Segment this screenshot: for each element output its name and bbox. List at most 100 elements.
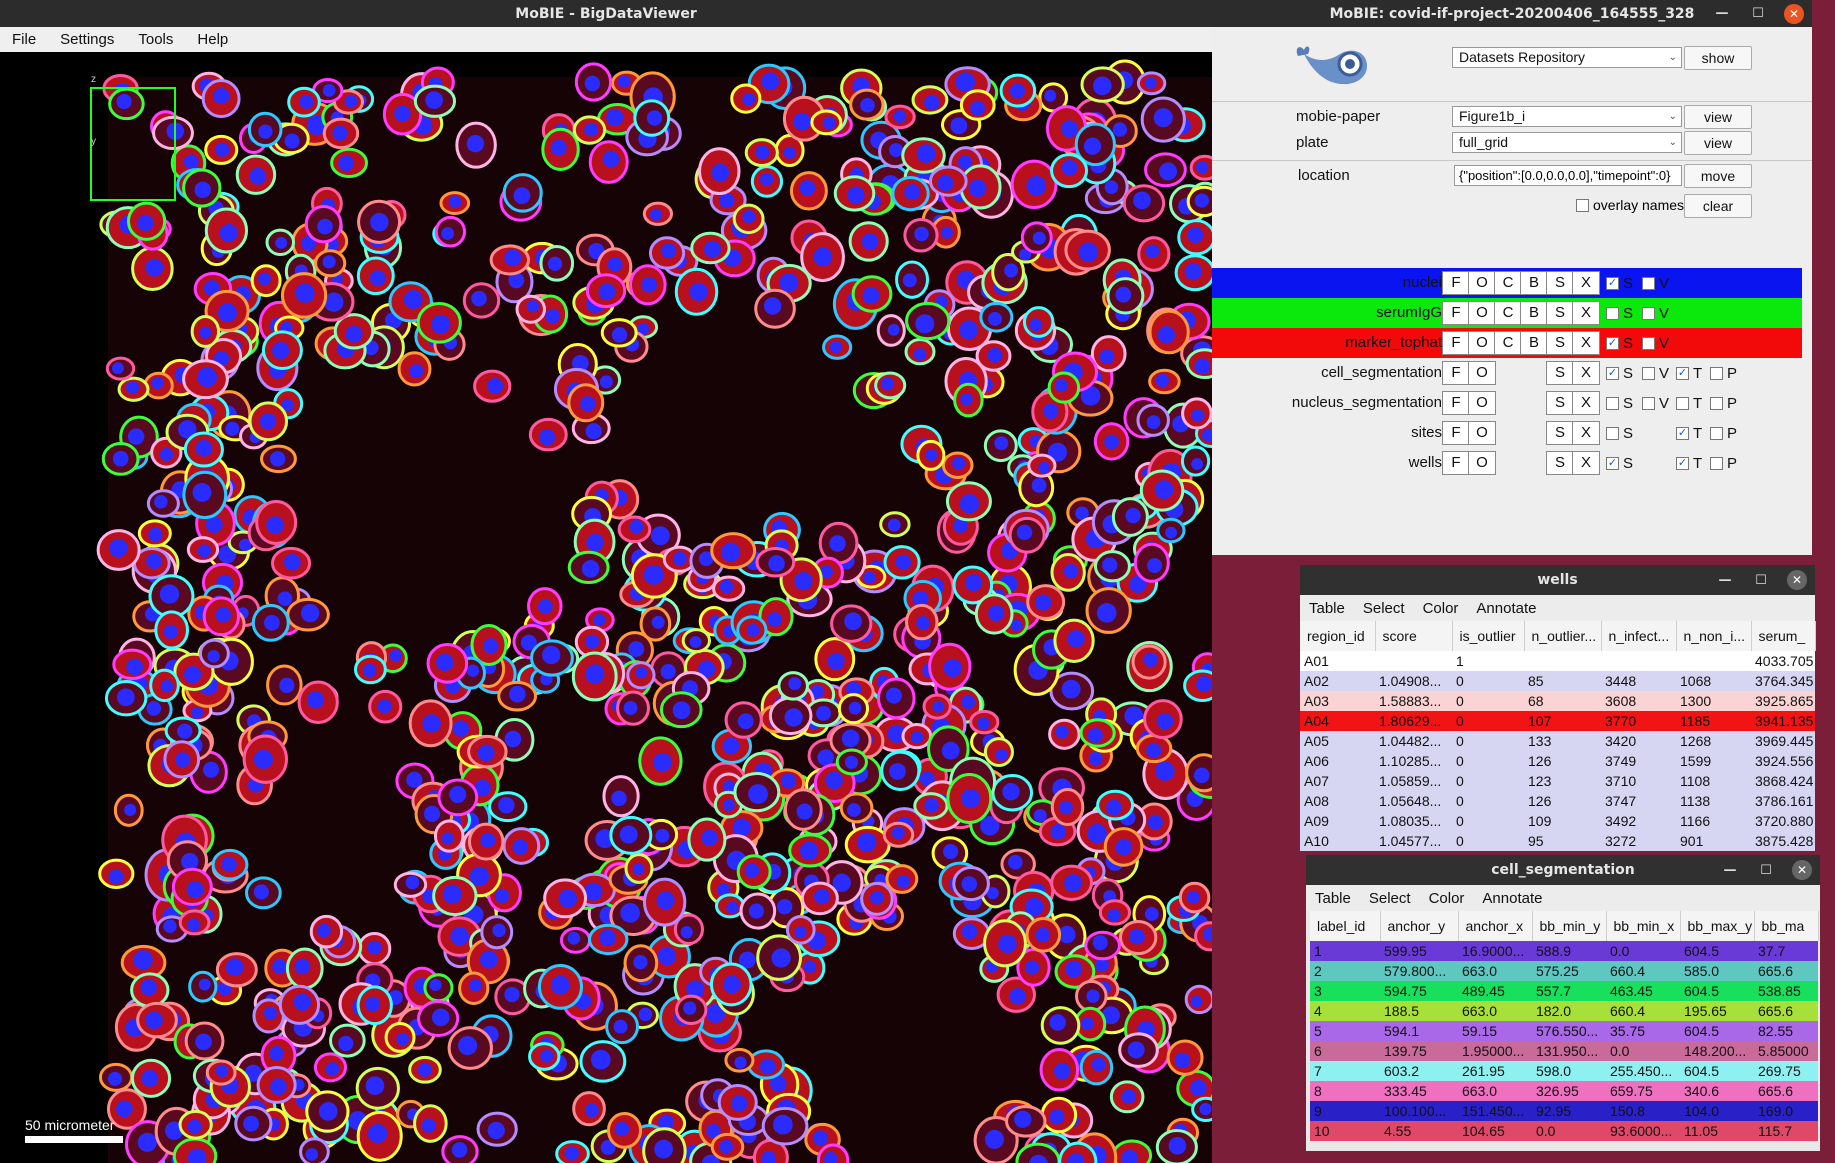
source-o-button[interactable]: O — [1468, 451, 1496, 475]
source-s-button[interactable]: S — [1546, 391, 1574, 415]
overlay-names-checkbox[interactable] — [1576, 198, 1589, 212]
minimize-icon[interactable]: — — [1715, 573, 1735, 588]
source-s-toggle[interactable]: S — [1606, 395, 1633, 412]
column-header[interactable]: is_outlier — [1452, 621, 1525, 651]
source-b-button[interactable]: B — [1520, 301, 1548, 325]
table-row[interactable]: A09 1.08035... 0 109 3492 1166 3720.880 — [1300, 811, 1815, 831]
column-header[interactable]: label_id — [1310, 911, 1381, 941]
table-row[interactable]: 1 599.95 16.9000... 588.9 0.0 604.5 37.7 — [1310, 941, 1818, 961]
source-o-button[interactable]: O — [1468, 391, 1496, 415]
source-f-button[interactable]: F — [1442, 301, 1470, 325]
column-header[interactable]: region_id — [1300, 621, 1376, 651]
menu-file[interactable]: File — [0, 31, 48, 48]
column-header[interactable]: anchor_x — [1458, 911, 1533, 941]
checked-checkbox-icon[interactable]: ✓ — [1606, 277, 1619, 290]
source-f-button[interactable]: F — [1442, 451, 1470, 475]
view-dataset-button[interactable]: view — [1684, 105, 1752, 129]
source-p-toggle[interactable]: P — [1710, 455, 1737, 472]
source-x-button[interactable]: X — [1572, 271, 1600, 295]
clear-button[interactable]: clear — [1684, 194, 1752, 218]
checkbox-icon[interactable] — [1642, 337, 1655, 350]
source-s-toggle[interactable]: S — [1606, 425, 1633, 442]
source-x-button[interactable]: X — [1572, 421, 1600, 445]
table-row[interactable]: 7 603.2 261.95 598.0 255.450... 604.5 269.75 — [1310, 1061, 1818, 1081]
checked-checkbox-icon[interactable]: ✓ — [1676, 457, 1689, 470]
source-f-button[interactable]: F — [1442, 421, 1470, 445]
source-x-button[interactable]: X — [1572, 361, 1600, 385]
maximize-icon[interactable]: ☐ — [1756, 863, 1776, 878]
source-t-toggle[interactable]: ✓ T — [1676, 365, 1702, 382]
source-t-toggle[interactable]: T — [1676, 395, 1702, 412]
source-v-toggle[interactable]: V — [1642, 395, 1669, 412]
checkbox-icon[interactable] — [1710, 397, 1723, 410]
location-input[interactable]: {"position":[0.0,0.0,0.0],"timepoint":0} — [1454, 165, 1682, 186]
column-header[interactable]: anchor_y — [1380, 911, 1459, 941]
table-row[interactable]: A04 1.80629... 0 107 3770 1185 3941.135 — [1300, 711, 1815, 731]
table-row[interactable]: 10 4.55 104.65 0.0 93.6000... 11.05 115.7 — [1310, 1121, 1818, 1141]
table-row[interactable]: A10 1.04577... 0 95 3272 901 3875.428 — [1300, 831, 1815, 851]
column-header[interactable]: n_infect... — [1601, 621, 1677, 651]
table-row[interactable]: 5 594.1 59.15 576.550... 35.75 604.5 82.55 — [1310, 1021, 1818, 1041]
checkbox-icon[interactable] — [1676, 397, 1689, 410]
column-header[interactable]: bb_min_y — [1532, 911, 1607, 941]
source-s-toggle[interactable]: ✓ S — [1606, 365, 1633, 382]
checkbox-icon[interactable] — [1642, 397, 1655, 410]
table-row[interactable]: A07 1.05859... 0 123 3710 1108 3868.424 — [1300, 771, 1815, 791]
source-o-button[interactable]: O — [1468, 331, 1496, 355]
checked-checkbox-icon[interactable]: ✓ — [1676, 427, 1689, 440]
cells-menu-color[interactable]: Color — [1420, 890, 1474, 907]
maximize-icon[interactable]: ☐ — [1751, 573, 1771, 588]
source-o-button[interactable]: O — [1468, 271, 1496, 295]
column-header[interactable]: n_outlier... — [1524, 621, 1602, 651]
column-header[interactable]: serum_ — [1751, 621, 1816, 651]
source-v-toggle[interactable]: V — [1642, 305, 1669, 322]
source-s-button[interactable]: S — [1546, 301, 1574, 325]
image-viewer-canvas[interactable]: z y 50 micrometer — [6, 52, 1212, 1163]
close-icon[interactable]: ✕ — [1784, 3, 1804, 24]
table-row[interactable]: 6 139.75 1.95000... 131.950... 0.0 148.200...… — [1310, 1041, 1818, 1061]
checkbox-icon[interactable] — [1606, 427, 1619, 440]
checked-checkbox-icon[interactable]: ✓ — [1606, 337, 1619, 350]
checkbox-icon[interactable] — [1642, 307, 1655, 320]
wells-menu-color[interactable]: Color — [1414, 600, 1468, 617]
cells-menu-annotate[interactable]: Annotate — [1473, 890, 1551, 907]
source-f-button[interactable]: F — [1442, 391, 1470, 415]
checkbox-icon[interactable] — [1710, 427, 1723, 440]
source-s-button[interactable]: S — [1546, 271, 1574, 295]
source-o-button[interactable]: O — [1468, 421, 1496, 445]
source-c-button[interactable]: C — [1494, 301, 1522, 325]
wells-menu-table[interactable]: Table — [1300, 600, 1354, 617]
source-b-button[interactable]: B — [1520, 331, 1548, 355]
source-s-toggle[interactable]: S — [1606, 305, 1633, 322]
source-v-toggle[interactable]: V — [1642, 365, 1669, 382]
source-c-button[interactable]: C — [1494, 331, 1522, 355]
column-header[interactable]: bb_min_x — [1606, 911, 1681, 941]
column-header[interactable]: score — [1375, 621, 1453, 651]
column-header[interactable]: n_non_i... — [1676, 621, 1752, 651]
wells-menu-annotate[interactable]: Annotate — [1467, 600, 1545, 617]
table-row[interactable]: A03 1.58883... 0 68 3608 1300 3925.865 — [1300, 691, 1815, 711]
source-s-button[interactable]: S — [1546, 361, 1574, 385]
table-row[interactable]: A06 1.10285... 0 126 3749 1599 3924.556 — [1300, 751, 1815, 771]
source-s-toggle[interactable]: ✓ S — [1606, 275, 1633, 292]
cells-menu-table[interactable]: Table — [1306, 890, 1360, 907]
source-x-button[interactable]: X — [1572, 451, 1600, 475]
checkbox-icon[interactable] — [1606, 307, 1619, 320]
menu-help[interactable]: Help — [185, 31, 240, 48]
source-p-toggle[interactable]: P — [1710, 425, 1737, 442]
plate-select[interactable]: full_grid ⌄ — [1452, 132, 1682, 153]
source-v-toggle[interactable]: V — [1642, 335, 1669, 352]
checked-checkbox-icon[interactable]: ✓ — [1676, 367, 1689, 380]
source-x-button[interactable]: X — [1572, 331, 1600, 355]
table-row[interactable]: 8 333.45 663.0 326.95 659.75 340.6 665.6 — [1310, 1081, 1818, 1101]
source-x-button[interactable]: X — [1572, 301, 1600, 325]
checkbox-icon[interactable] — [1606, 397, 1619, 410]
close-icon[interactable]: ✕ — [1792, 860, 1812, 880]
table-row[interactable]: A08 1.05648... 0 126 3747 1138 3786.161 — [1300, 791, 1815, 811]
table-row[interactable]: A05 1.04482... 0 133 3420 1268 3969.445 — [1300, 731, 1815, 751]
column-header[interactable]: bb_ma — [1754, 911, 1819, 941]
table-row[interactable]: 9 100.100... 151.450... 92.95 150.8 104.0 169.… — [1310, 1101, 1818, 1121]
source-s-button[interactable]: S — [1546, 421, 1574, 445]
source-t-toggle[interactable]: ✓ T — [1676, 425, 1702, 442]
source-o-button[interactable]: O — [1468, 361, 1496, 385]
